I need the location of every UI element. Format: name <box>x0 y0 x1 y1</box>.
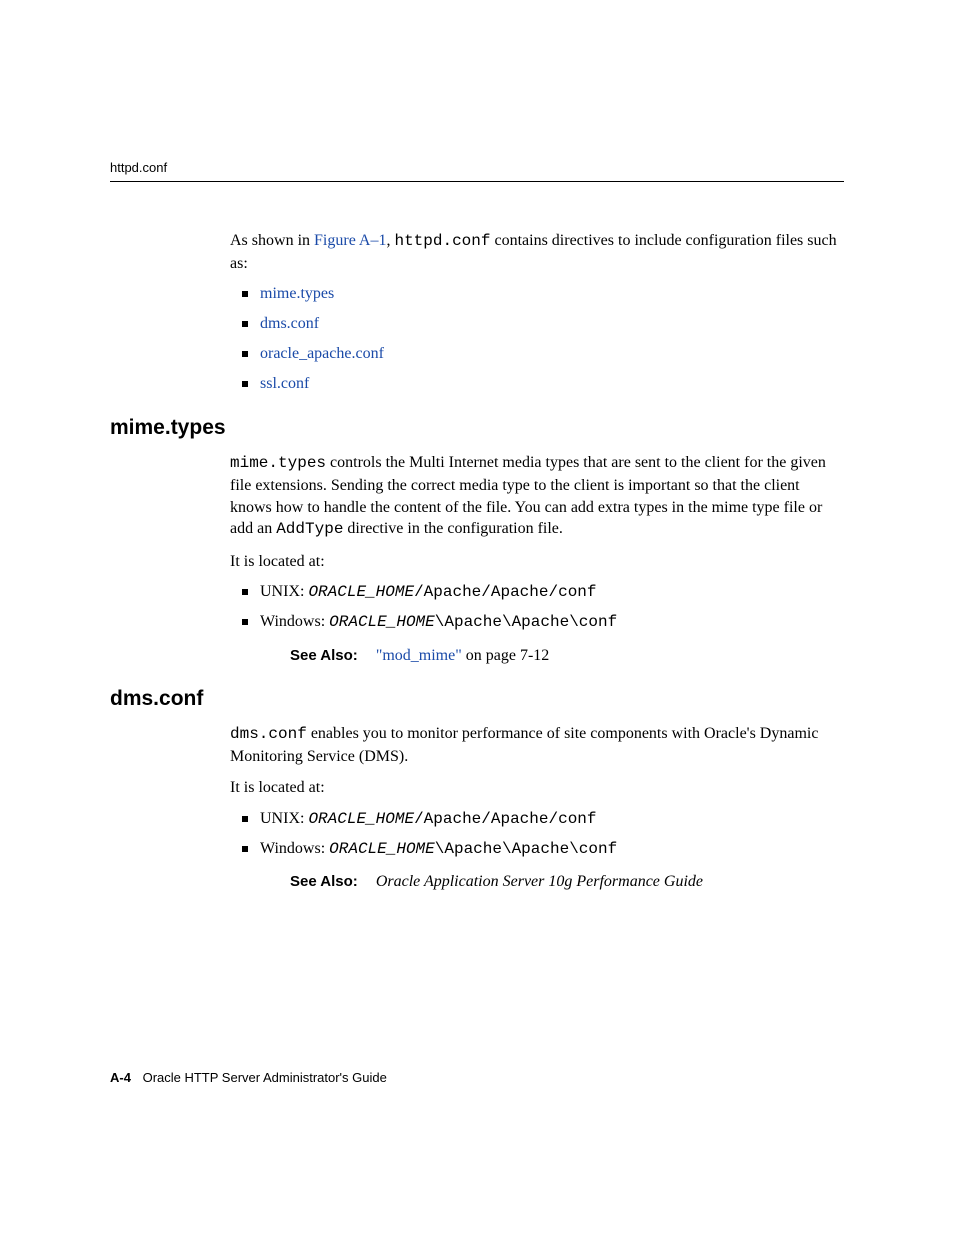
list-item: oracle_apache.conf <box>230 344 844 365</box>
oracle-home-mono: ORACLE_HOME <box>308 810 414 828</box>
win-path-mono: \Apache\Apache\conf <box>435 613 617 631</box>
see-also-label: See Also: <box>290 873 358 890</box>
mime-location-list: UNIX: ORACLE_HOME/Apache/Apache/conf Win… <box>230 582 844 633</box>
link-dms-conf[interactable]: dms.conf <box>260 315 319 332</box>
mime-paragraph: mime.types controls the Multi Internet m… <box>230 452 844 540</box>
figure-link[interactable]: Figure A–1 <box>314 232 386 249</box>
mod-mime-link[interactable]: "mod_mime" <box>376 647 462 664</box>
addtype-mono: AddType <box>276 520 343 538</box>
see-also-tail: on page 7-12 <box>462 647 550 664</box>
unix-path-mono: /Apache/Apache/conf <box>414 810 596 828</box>
intro-mono: httpd.conf <box>394 232 490 250</box>
see-also-dms: See Also: Oracle Application Server 10g … <box>290 873 844 891</box>
mime-mono: mime.types <box>230 454 326 472</box>
heading-mime-types: mime.types <box>110 416 844 440</box>
see-also-label: See Also: <box>290 647 358 664</box>
oracle-home-mono: ORACLE_HOME <box>329 840 435 858</box>
see-also-mime: See Also: "mod_mime" on page 7-12 <box>290 647 844 665</box>
oracle-home-mono: ORACLE_HOME <box>329 613 435 631</box>
link-mime-types[interactable]: mime.types <box>260 285 334 302</box>
windows-label: Windows: <box>260 613 329 630</box>
mime-tail: directive in the configuration file. <box>343 520 562 537</box>
windows-label: Windows: <box>260 840 329 857</box>
intro-link-list: mime.types dms.conf oracle_apache.conf s… <box>230 284 844 394</box>
list-item: mime.types <box>230 284 844 305</box>
mime-located: It is located at: <box>230 551 844 573</box>
dms-paragraph: dms.conf enables you to monitor performa… <box>230 723 844 767</box>
oracle-home-mono: ORACLE_HOME <box>308 583 414 601</box>
dms-body: enables you to monitor performance of si… <box>230 725 818 765</box>
unix-path-mono: /Apache/Apache/conf <box>414 583 596 601</box>
list-item: Windows: ORACLE_HOME\Apache\Apache\conf <box>230 612 844 633</box>
link-ssl-conf[interactable]: ssl.conf <box>260 375 309 392</box>
dms-located: It is located at: <box>230 777 844 799</box>
intro-pre: As shown in <box>230 232 314 249</box>
list-item: UNIX: ORACLE_HOME/Apache/Apache/conf <box>230 582 844 603</box>
list-item: dms.conf <box>230 314 844 335</box>
footer-title: Oracle HTTP Server Administrator's Guide <box>143 1070 387 1085</box>
page-number: A-4 <box>110 1070 131 1085</box>
see-also-reference: Oracle Application Server 10g Performanc… <box>376 873 703 890</box>
dms-mono: dms.conf <box>230 725 307 743</box>
intro-paragraph: As shown in Figure A–1, httpd.conf conta… <box>230 230 844 274</box>
link-oracle-apache-conf[interactable]: oracle_apache.conf <box>260 345 384 362</box>
running-head: httpd.conf <box>110 160 844 182</box>
page-footer: A-4 Oracle HTTP Server Administrator's G… <box>110 1070 387 1085</box>
list-item: Windows: ORACLE_HOME\Apache\Apache\conf <box>230 839 844 860</box>
unix-label: UNIX: <box>260 583 308 600</box>
list-item: UNIX: ORACLE_HOME/Apache/Apache/conf <box>230 809 844 830</box>
heading-dms-conf: dms.conf <box>110 687 844 711</box>
unix-label: UNIX: <box>260 810 308 827</box>
win-path-mono: \Apache\Apache\conf <box>435 840 617 858</box>
list-item: ssl.conf <box>230 374 844 395</box>
dms-location-list: UNIX: ORACLE_HOME/Apache/Apache/conf Win… <box>230 809 844 860</box>
